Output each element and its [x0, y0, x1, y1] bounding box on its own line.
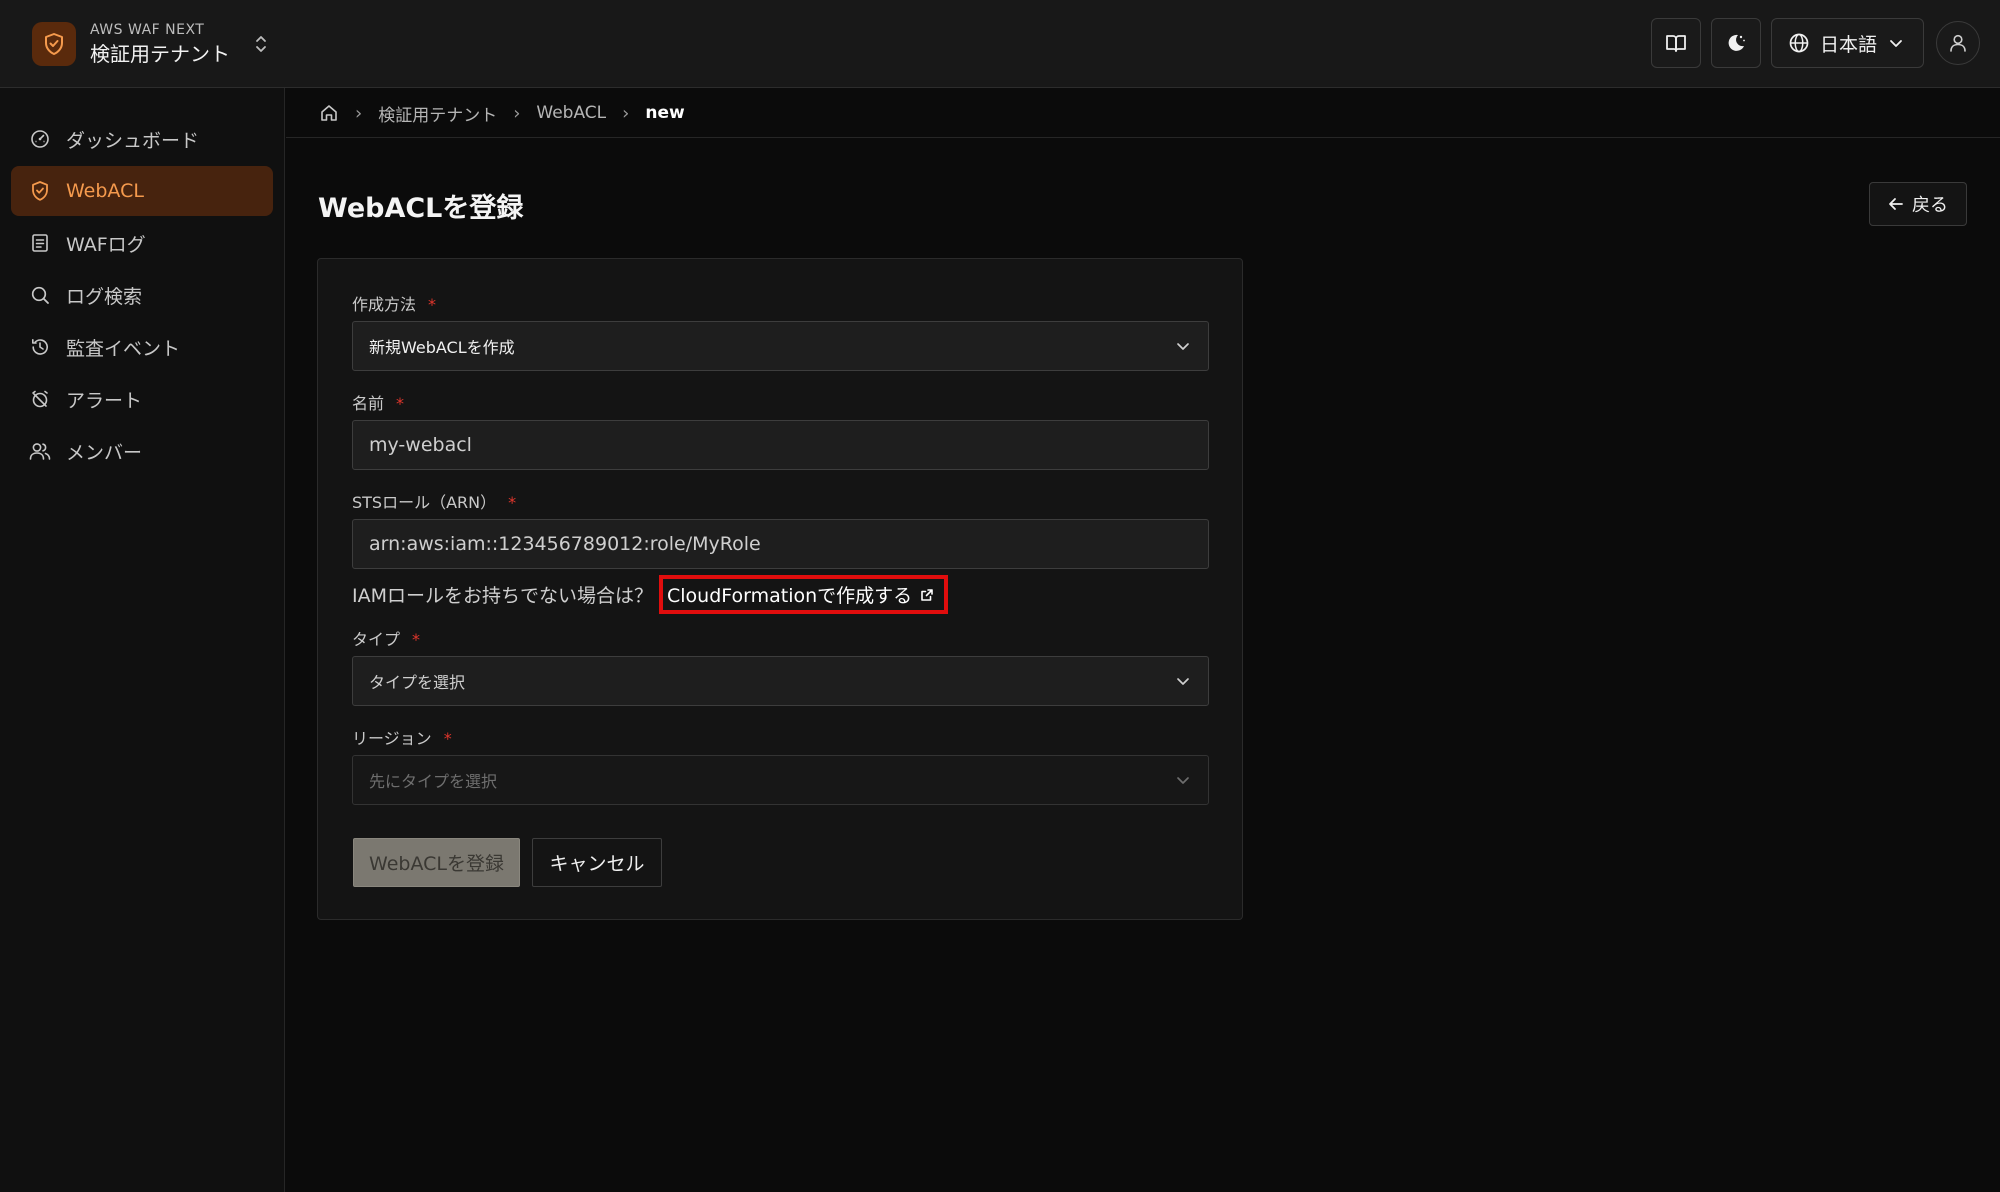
cloudformation-link[interactable]: CloudFormationで作成する	[659, 575, 949, 614]
top-bar: AWS WAF NEXT 検証用テナント 日本語	[0, 0, 2000, 88]
history-icon	[29, 336, 51, 358]
search-icon	[29, 284, 51, 306]
chevron-down-icon	[1177, 343, 1189, 350]
required-mark: *	[508, 493, 517, 512]
name-input-value: my-webacl	[369, 434, 472, 456]
arrow-left-icon	[1889, 198, 1903, 210]
chevron-up-down-icon[interactable]	[254, 33, 268, 55]
back-button-label: 戻る	[1912, 195, 1948, 216]
sidebar-item-alerts[interactable]: アラート	[11, 374, 273, 424]
register-webacl-button[interactable]: WebACLを登録	[353, 838, 520, 887]
region-label: リージョン *	[352, 729, 452, 748]
sidebar-item-label: WAFログ	[66, 233, 146, 256]
tenant-switcher[interactable]: AWS WAF NEXT 検証用テナント	[32, 20, 268, 68]
breadcrumb: › 検証用テナント › WebACL › new	[286, 89, 2000, 138]
sidebar-item-label: アラート	[66, 389, 143, 412]
sidebar-item-label: ダッシュボード	[66, 129, 200, 152]
theme-toggle-button[interactable]	[1710, 18, 1761, 68]
required-mark: *	[428, 295, 437, 314]
sidebar-item-label: ログ検索	[66, 285, 143, 308]
moon-icon	[1728, 34, 1745, 51]
breadcrumb-current: new	[645, 103, 685, 123]
sidebar-item-label: WebACL	[66, 180, 144, 202]
chevron-down-icon	[1177, 777, 1189, 784]
iam-role-hint: IAMロールをお持ちでない場合は？ CloudFormationで作成する	[352, 575, 949, 614]
gauge-icon	[29, 128, 51, 150]
sidebar: ダッシュボード WebACL WAFログ ログ検索 監査イベント アラート メン…	[0, 88, 285, 1192]
breadcrumb-webacl[interactable]: WebACL	[536, 103, 606, 123]
type-label: タイプ *	[352, 630, 421, 649]
cancel-button[interactable]: キャンセル	[532, 838, 662, 887]
globe-icon	[1789, 33, 1809, 53]
chevron-down-icon	[1890, 40, 1902, 47]
iam-role-hint-text: IAMロールをお持ちでない場合は？	[352, 585, 653, 607]
book-icon	[1666, 35, 1686, 52]
sidebar-item-waf-logs[interactable]: WAFログ	[11, 218, 273, 268]
region-select-placeholder: 先にタイプを選択	[369, 772, 498, 791]
method-select-value: 新規WebACLを作成	[369, 338, 515, 357]
cloudformation-link-label: CloudFormationで作成する	[667, 585, 913, 607]
alarm-off-icon	[29, 388, 51, 410]
language-selector[interactable]: 日本語	[1770, 18, 1924, 68]
sidebar-item-members[interactable]: メンバー	[11, 426, 273, 476]
language-label: 日本語	[1819, 33, 1877, 56]
sidebar-item-label: メンバー	[66, 441, 143, 464]
back-button[interactable]: 戻る	[1869, 182, 1967, 226]
product-name: AWS WAF NEXT	[90, 22, 205, 38]
method-label: 作成方法 *	[352, 295, 437, 314]
type-select[interactable]: タイプを選択	[352, 656, 1209, 706]
breadcrumb-separator-icon: ›	[513, 102, 521, 124]
shield-logo-icon	[45, 33, 63, 55]
sidebar-item-audit-events[interactable]: 監査イベント	[11, 322, 273, 372]
sidebar-item-label: 監査イベント	[66, 337, 181, 360]
breadcrumb-tenant[interactable]: 検証用テナント	[378, 101, 497, 126]
users-icon	[29, 440, 51, 462]
sidebar-item-log-search[interactable]: ログ検索	[11, 270, 273, 320]
sts-role-label: STSロール（ARN） *	[352, 493, 517, 512]
external-link-icon	[921, 588, 933, 601]
tenant-name: 検証用テナント	[90, 42, 230, 66]
app-logo	[32, 22, 76, 66]
docs-button[interactable]	[1650, 18, 1701, 68]
sts-role-arn-value: arn:aws:iam::123456789012:role/MyRole	[369, 533, 761, 555]
sidebar-item-webacl[interactable]: WebACL	[11, 166, 273, 216]
name-input[interactable]: my-webacl	[352, 420, 1209, 470]
sts-role-arn-input[interactable]: arn:aws:iam::123456789012:role/MyRole	[352, 519, 1209, 569]
sidebar-item-dashboard[interactable]: ダッシュボード	[11, 114, 273, 164]
region-select[interactable]: 先にタイプを選択	[352, 755, 1209, 805]
required-mark: *	[412, 630, 421, 649]
document-list-icon	[29, 232, 51, 254]
chevron-down-icon	[1177, 678, 1189, 685]
breadcrumb-separator-icon: ›	[355, 102, 363, 124]
required-mark: *	[443, 729, 452, 748]
home-icon[interactable]	[319, 103, 339, 123]
required-mark: *	[396, 394, 405, 413]
name-label: 名前 *	[352, 394, 405, 413]
breadcrumb-separator-icon: ›	[622, 102, 630, 124]
type-select-placeholder: タイプを選択	[369, 673, 466, 692]
register-webacl-form: 作成方法 * 新規WebACLを作成 名前 * my-webacl STSロール（A…	[317, 258, 1243, 920]
user-menu-button[interactable]	[1936, 21, 1980, 65]
user-icon	[1950, 34, 1966, 52]
shield-check-icon	[29, 180, 51, 202]
page-title: WebACLを登録	[318, 193, 524, 224]
method-select[interactable]: 新規WebACLを作成	[352, 321, 1209, 371]
